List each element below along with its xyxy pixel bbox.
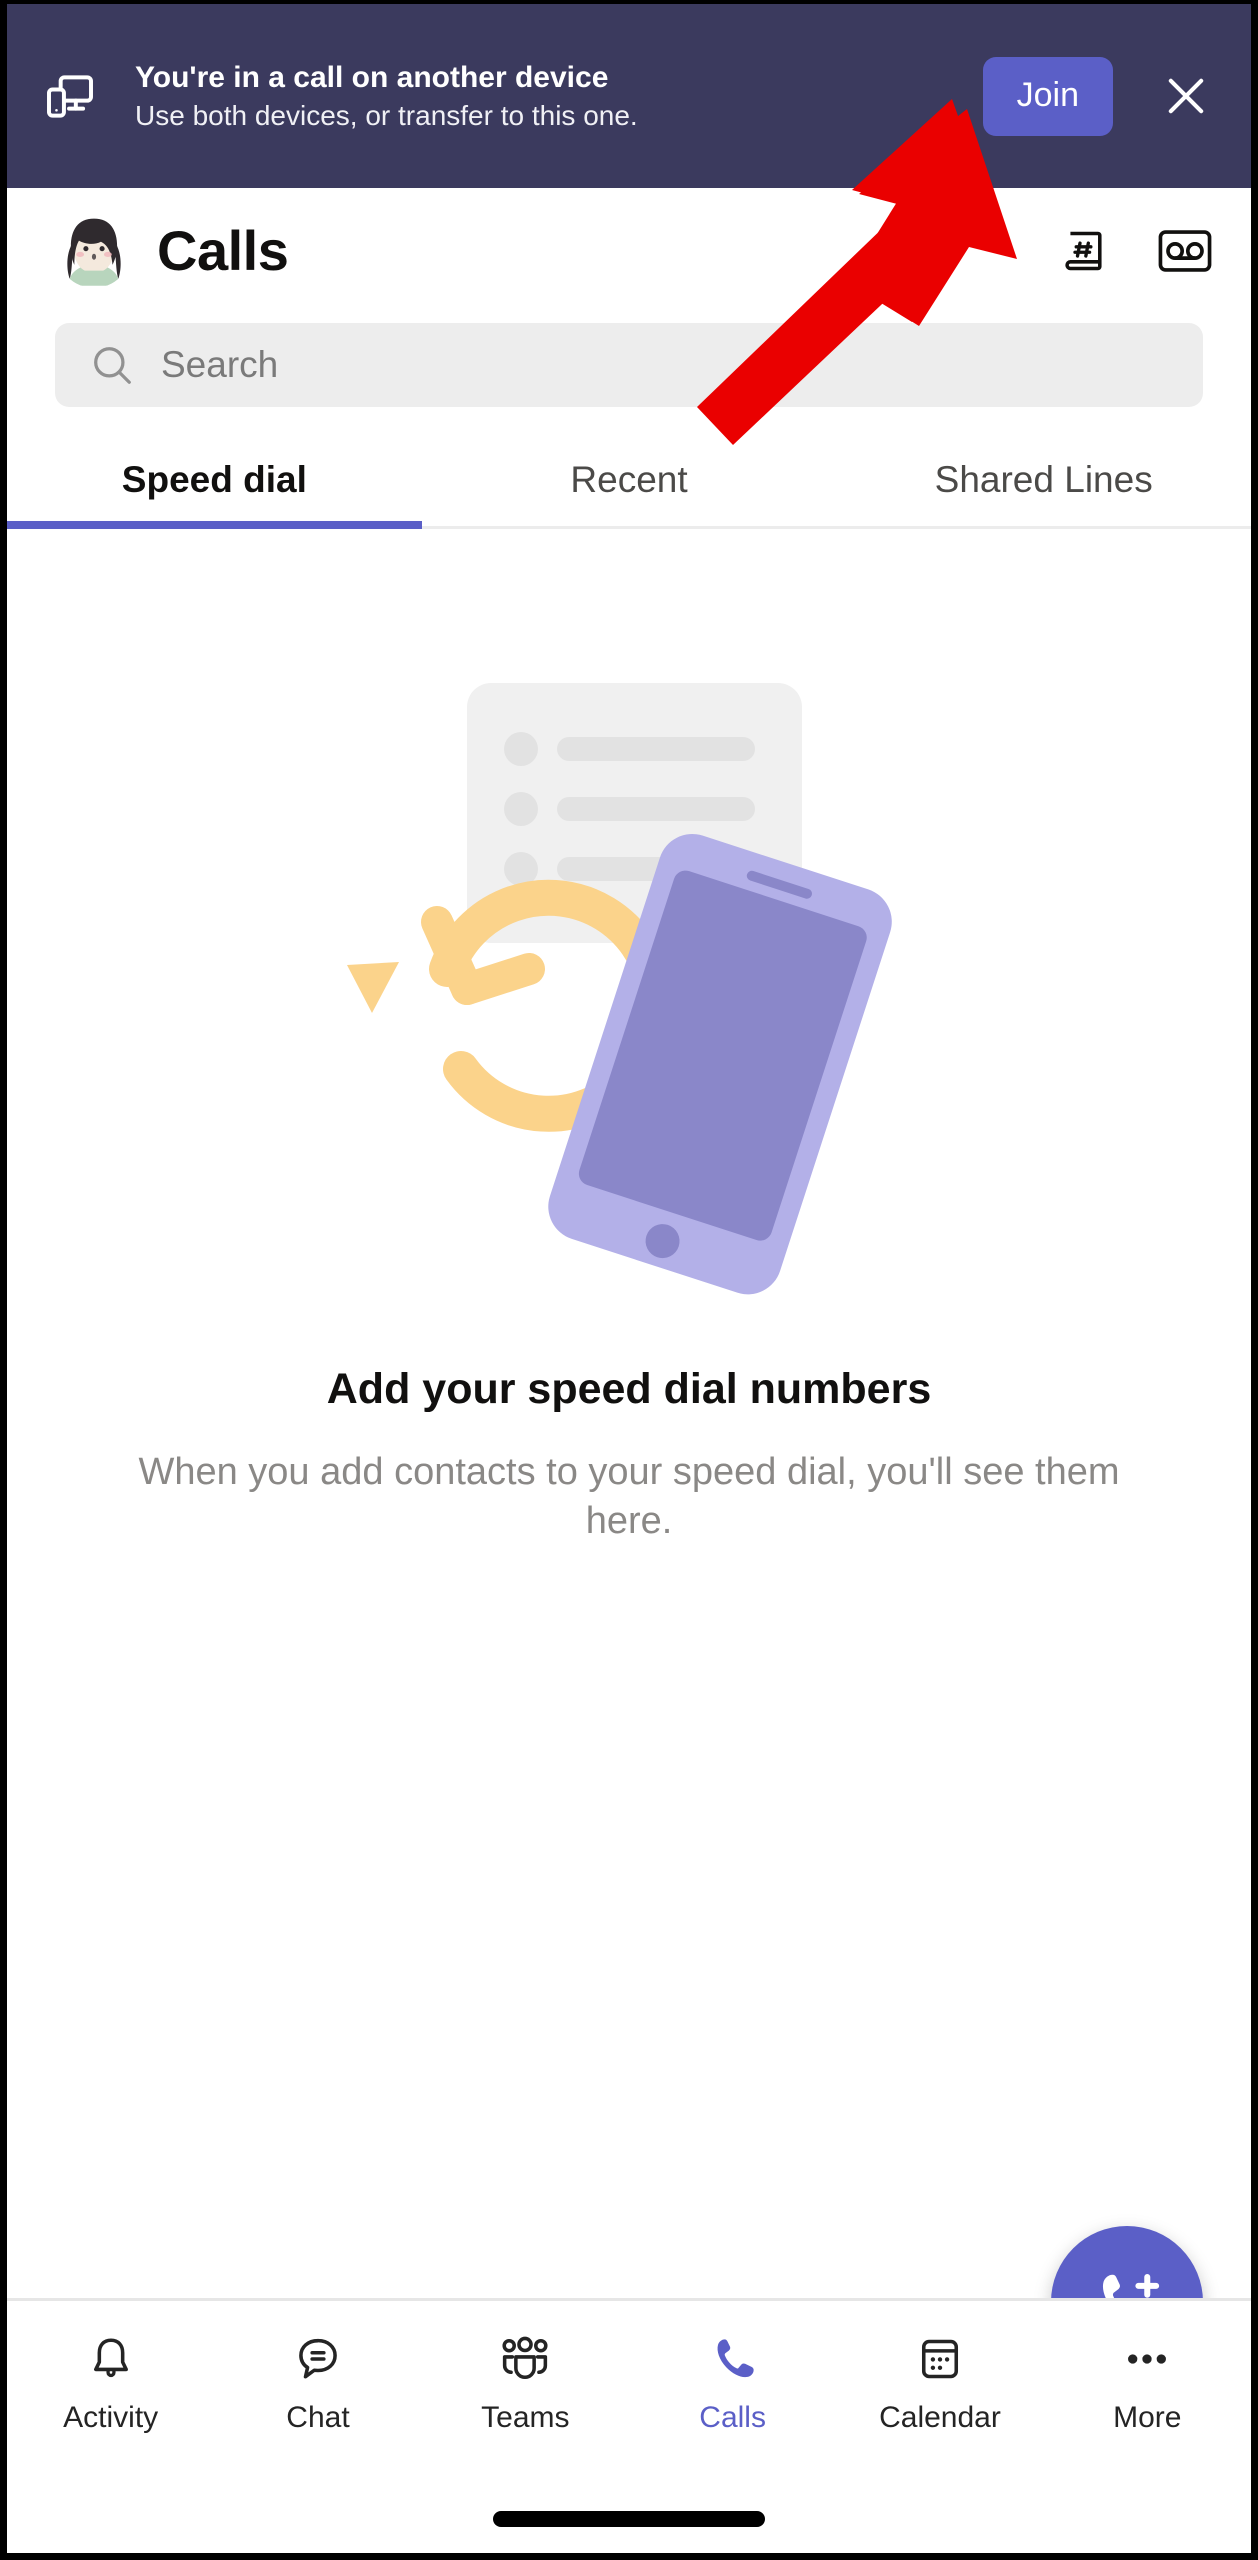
calendar-icon	[915, 2329, 965, 2389]
tab-label: Recent	[570, 458, 688, 500]
nav-label: Calls	[699, 2401, 766, 2434]
calls-tabs: Speed dial Recent Shared Lines	[7, 433, 1251, 529]
nav-label: Teams	[481, 2401, 570, 2434]
speed-dial-empty-illustration	[329, 669, 929, 1309]
dial-pad-icon[interactable]	[1055, 221, 1115, 281]
multi-device-icon	[37, 63, 103, 129]
bottom-navigation: Activity Chat Teams Calls Calendar More	[7, 2298, 1251, 2553]
nav-label: Activity	[63, 2401, 159, 2434]
search-section	[7, 313, 1251, 433]
empty-state-title: Add your speed dial numbers	[326, 1365, 932, 1413]
nav-item-chat[interactable]: Chat	[214, 2329, 421, 2433]
nav-item-activity[interactable]: Activity	[7, 2329, 214, 2433]
tab-speed-dial[interactable]: Speed dial	[7, 433, 422, 529]
bell-icon	[86, 2329, 136, 2389]
tab-recent[interactable]: Recent	[422, 433, 837, 526]
empty-state-description: When you add contacts to your speed dial…	[138, 1451, 1120, 1542]
nav-item-calls[interactable]: Calls	[629, 2329, 836, 2433]
tab-label: Shared Lines	[934, 458, 1153, 500]
nav-item-more[interactable]: More	[1044, 2329, 1251, 2433]
header-actions	[1055, 221, 1215, 281]
nav-label: More	[1113, 2401, 1182, 2434]
voicemail-icon[interactable]	[1155, 221, 1215, 281]
page-title: Calls	[157, 219, 289, 282]
speed-dial-empty-state: Add your speed dial numbers When you add…	[7, 529, 1251, 2464]
close-icon[interactable]	[1143, 53, 1229, 139]
nav-label: Chat	[286, 2401, 350, 2434]
app-header: Calls	[7, 188, 1251, 313]
tab-label: Speed dial	[121, 458, 307, 500]
phone-icon	[708, 2329, 758, 2389]
phone-screen: You're in a call on another device Use b…	[0, 0, 1258, 2560]
home-indicator	[493, 2511, 765, 2527]
avatar[interactable]	[57, 213, 131, 288]
banner-subtitle: Use both devices, or transfer to this on…	[135, 99, 638, 131]
nav-label: Calendar	[879, 2401, 1001, 2434]
search-input[interactable]	[161, 344, 1169, 386]
banner-text-block: You're in a call on another device Use b…	[125, 61, 961, 132]
ellipsis-icon	[1121, 2329, 1173, 2389]
search-icon	[89, 342, 135, 388]
nav-item-calendar[interactable]: Calendar	[836, 2329, 1043, 2433]
chat-bubble-icon	[293, 2329, 343, 2389]
people-icon	[498, 2329, 552, 2389]
banner-title: You're in a call on another device	[135, 60, 609, 94]
tab-shared-lines[interactable]: Shared Lines	[836, 433, 1251, 526]
search-bar[interactable]	[55, 323, 1203, 407]
nav-item-teams[interactable]: Teams	[422, 2329, 629, 2433]
join-button[interactable]: Join	[982, 56, 1113, 136]
call-on-another-device-banner: You're in a call on another device Use b…	[7, 4, 1251, 188]
